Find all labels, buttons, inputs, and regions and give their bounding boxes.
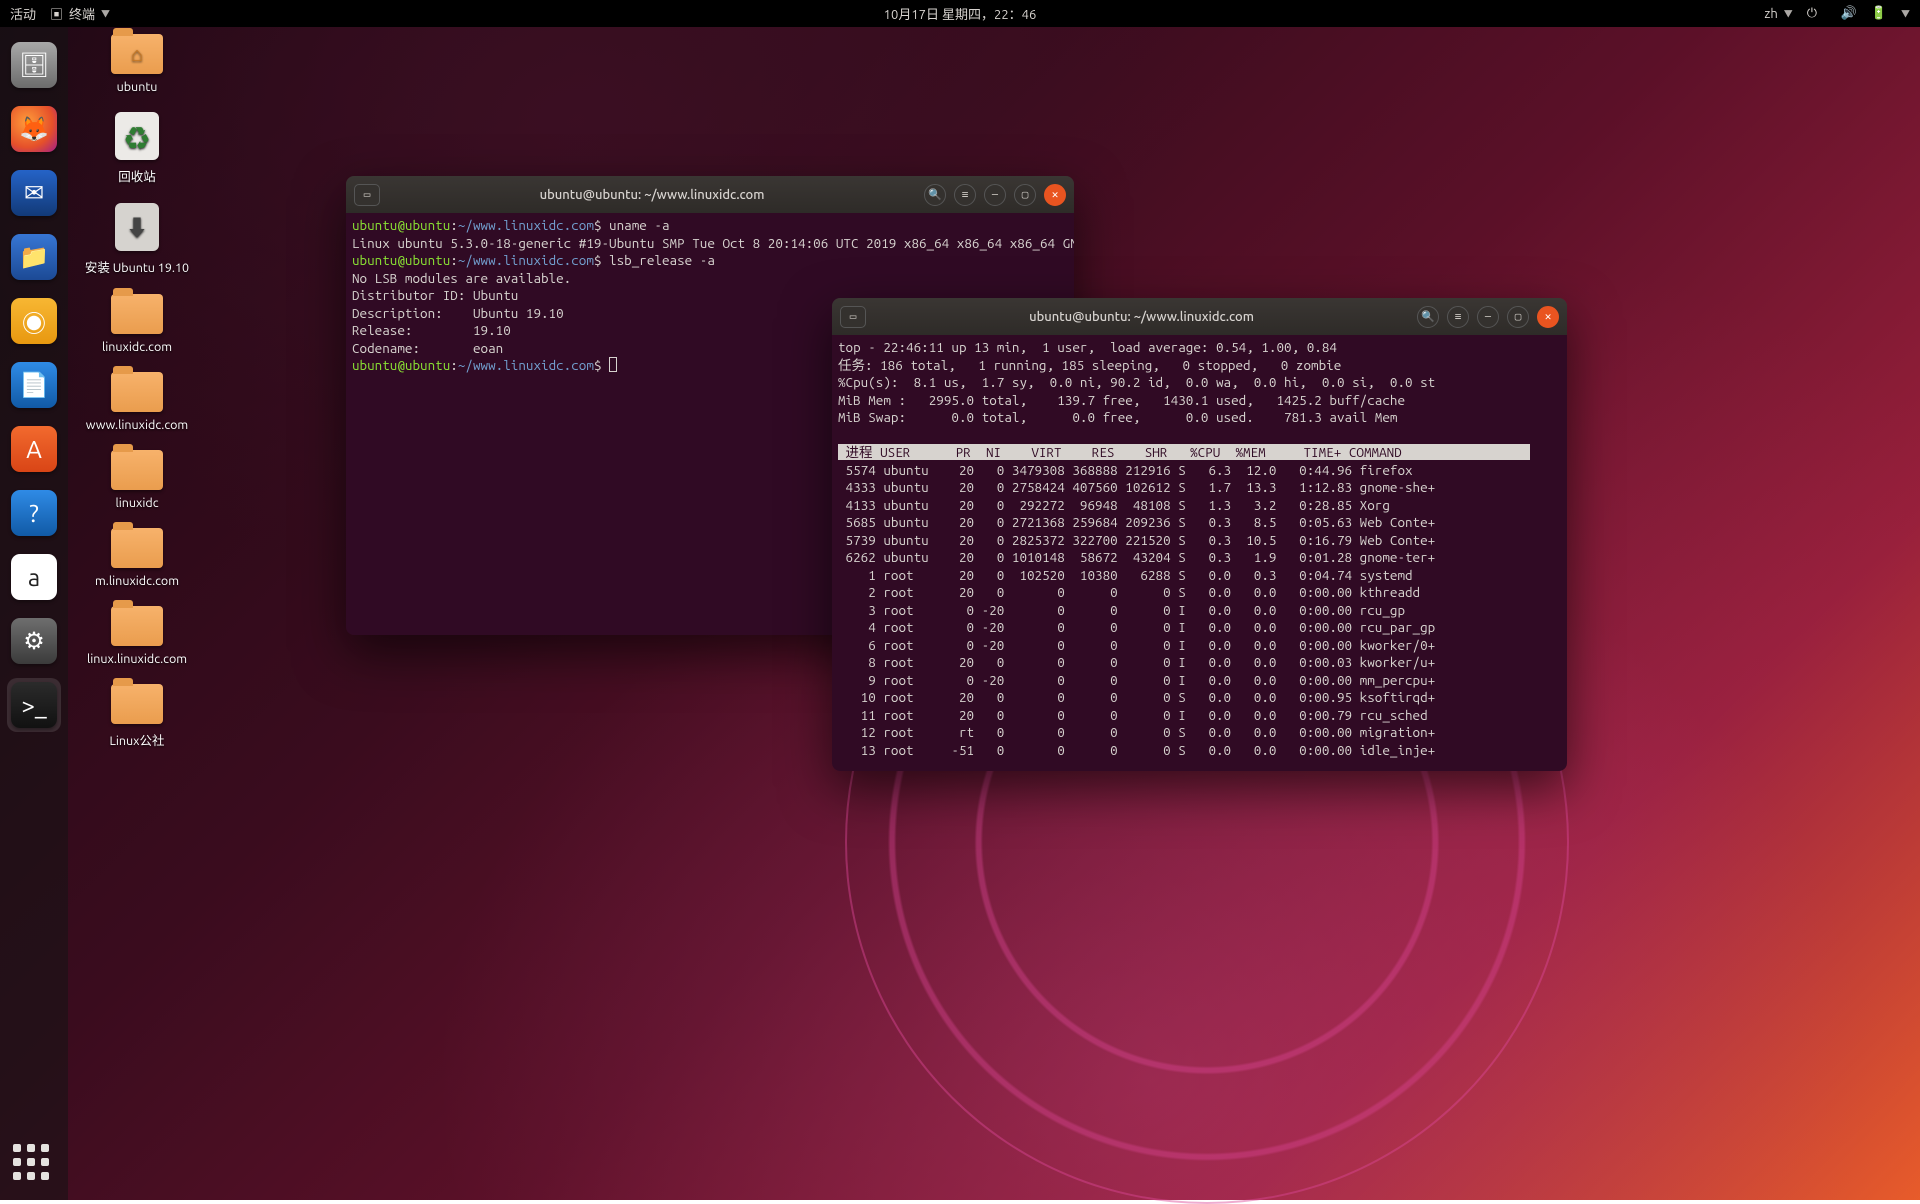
chevron-down-icon: ▼	[101, 7, 110, 20]
folder-icon	[111, 372, 163, 412]
chevron-down-icon: ▼	[1901, 7, 1910, 20]
firefox-icon: 🦊	[11, 106, 57, 152]
terminal-window-2[interactable]: ▭ ubuntu@ubuntu: ~/www.linuxidc.com 🔍 ≡ …	[832, 298, 1567, 771]
software-icon: A	[11, 426, 57, 472]
desktop-icon-label: Linux公社	[110, 730, 165, 749]
dock-software[interactable]: A	[7, 422, 61, 476]
desktop-icon-folder4[interactable]: m.linuxidc.com	[82, 528, 192, 588]
desktop-icon-label: linux.linuxidc.com	[87, 652, 187, 666]
dock-nautilus[interactable]: 🗄	[7, 38, 61, 92]
maximize-button[interactable]: ▢	[1507, 306, 1529, 328]
dock-help[interactable]: ?	[7, 486, 61, 540]
desktop-icon-label: linuxidc.com	[102, 340, 172, 354]
minimize-button[interactable]: —	[984, 184, 1006, 206]
dock-firefox[interactable]: 🦊	[7, 102, 61, 156]
desktop-icon-folder2[interactable]: www.linuxidc.com	[82, 372, 192, 432]
desktop-icon-label: m.linuxidc.com	[95, 574, 179, 588]
desktop-icon-folder1[interactable]: linuxidc.com	[82, 294, 192, 354]
menu-button[interactable]: ≡	[954, 184, 976, 206]
new-tab-button[interactable]: ▭	[840, 306, 866, 328]
clock[interactable]: 10月17日 星期四，22：46	[884, 4, 1037, 23]
desktop-icon-folder5[interactable]: linux.linuxidc.com	[82, 606, 192, 666]
desktop-icon-label: 回收站	[118, 166, 156, 185]
help-icon: ?	[11, 490, 57, 536]
terminal-icon: ▣	[50, 4, 63, 23]
installer-icon: ⬇	[115, 203, 159, 251]
top-bar: 活动 ▣ 终端 ▼ 10月17日 星期四，22：46 zh ▼ ⏻⠀ 🔊 🔋 ▼	[0, 0, 1920, 27]
settings-icon: ⚙	[11, 618, 57, 664]
close-button[interactable]: ✕	[1044, 184, 1066, 206]
folder-icon	[111, 294, 163, 334]
desktop-icon-installer[interactable]: ⬇ 安装 Ubuntu 19.10	[82, 203, 192, 276]
new-tab-button[interactable]: ▭	[354, 184, 380, 206]
desktop-icon-home[interactable]: ubuntu	[82, 34, 192, 94]
desktop-icon-trash[interactable]: ♻ 回收站	[82, 112, 192, 185]
menu-button[interactable]: ≡	[1447, 306, 1469, 328]
dock: 🗄 🦊 ✉ 📁 ◉ 📄 A? a ⚙ >_	[0, 27, 68, 1200]
dock-rhythmbox[interactable]: ◉	[7, 294, 61, 348]
minimize-button[interactable]: —	[1477, 306, 1499, 328]
search-button[interactable]: 🔍	[924, 184, 946, 206]
chevron-down-icon: ▼	[1784, 7, 1793, 20]
activities-button[interactable]: 活动	[10, 4, 36, 23]
files-icon: 📁	[11, 234, 57, 280]
maximize-button[interactable]: ▢	[1014, 184, 1036, 206]
dock-writer[interactable]: 📄	[7, 358, 61, 412]
volume-icon[interactable]: 🔊	[1841, 6, 1857, 21]
desktop-icon-folder6[interactable]: Linux公社	[82, 684, 192, 749]
terminal-icon: >_	[11, 682, 57, 728]
input-source[interactable]: zh ▼	[1764, 7, 1792, 21]
network-icon[interactable]: ⏻⠀	[1807, 6, 1827, 21]
nautilus-icon: 🗄	[11, 42, 57, 88]
trash-icon: ♻	[115, 112, 159, 160]
window-title: ubuntu@ubuntu: ~/www.linuxidc.com	[388, 188, 916, 202]
battery-icon[interactable]: 🔋	[1871, 6, 1887, 21]
desktop-icon-folder3[interactable]: linuxidc	[82, 450, 192, 510]
thunderbird-icon: ✉	[11, 170, 57, 216]
dock-files[interactable]: 📁	[7, 230, 61, 284]
close-button[interactable]: ✕	[1537, 306, 1559, 328]
folder-icon	[111, 450, 163, 490]
show-applications-button[interactable]	[13, 1144, 55, 1186]
dock-terminal[interactable]: >_	[7, 678, 61, 732]
titlebar[interactable]: ▭ ubuntu@ubuntu: ~/www.linuxidc.com 🔍 ≡ …	[832, 298, 1567, 335]
dock-settings[interactable]: ⚙	[7, 614, 61, 668]
app-menu-label: 终端	[69, 4, 95, 23]
folder-icon	[111, 34, 163, 74]
search-button[interactable]: 🔍	[1417, 306, 1439, 328]
input-source-label: zh	[1764, 7, 1777, 21]
dock-thunderbird[interactable]: ✉	[7, 166, 61, 220]
desktop-icon-label: www.linuxidc.com	[86, 418, 188, 432]
desktop-icon-label: ubuntu	[117, 80, 158, 94]
titlebar[interactable]: ▭ ubuntu@ubuntu: ~/www.linuxidc.com 🔍 ≡ …	[346, 176, 1074, 213]
folder-icon	[111, 606, 163, 646]
folder-icon	[111, 684, 163, 724]
desktop-icons: ubuntu ♻ 回收站 ⬇ 安装 Ubuntu 19.10 linuxidc.com ww…	[82, 34, 192, 767]
amazon-icon: a	[11, 554, 57, 600]
rhythmbox-icon: ◉	[11, 298, 57, 344]
dock-amazon[interactable]: a	[7, 550, 61, 604]
terminal-output[interactable]: top - 22:46:11 up 13 min, 1 user, load a…	[832, 335, 1567, 771]
desktop-icon-label: linuxidc	[115, 496, 158, 510]
desktop-icon-label: 安装 Ubuntu 19.10	[85, 257, 189, 276]
writer-icon: 📄	[11, 362, 57, 408]
folder-icon	[111, 528, 163, 568]
window-title: ubuntu@ubuntu: ~/www.linuxidc.com	[874, 310, 1409, 324]
app-menu[interactable]: ▣ 终端 ▼	[50, 4, 110, 23]
